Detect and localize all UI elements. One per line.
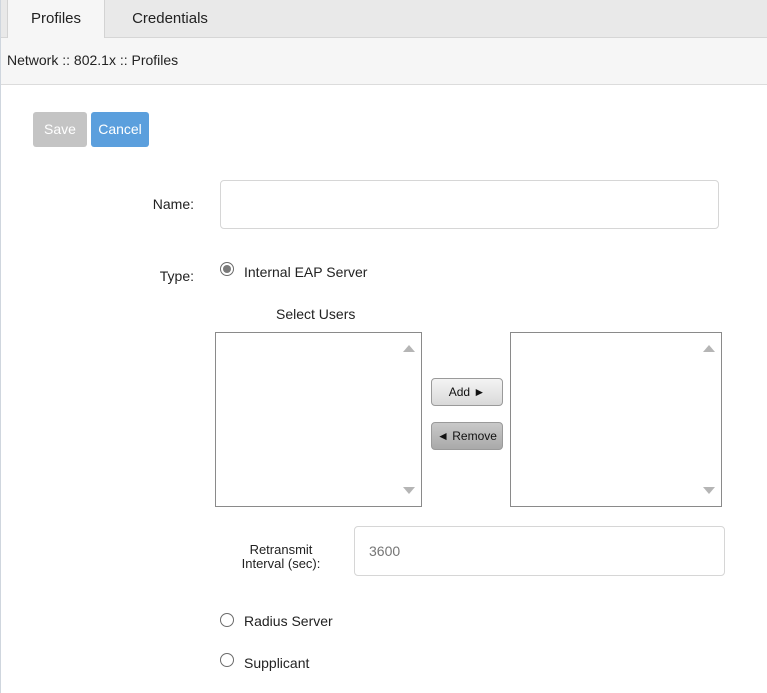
tab-credentials[interactable]: Credentials	[105, 0, 235, 38]
retransmit-label-line1: Retransmit	[249, 542, 313, 557]
type-label: Type:	[159, 268, 194, 284]
save-button[interactable]: Save	[33, 112, 87, 147]
retransmit-label-line2: Interval (sec):	[241, 556, 321, 571]
scroll-down-icon[interactable]	[703, 487, 715, 494]
radio-radius-server[interactable]	[220, 613, 234, 627]
tab-bar: Profiles Credentials	[1, 0, 767, 39]
radio-supplicant-label: Supplicant	[244, 655, 310, 671]
radio-internal-eap-server-label: Internal EAP Server	[244, 264, 368, 280]
available-users-list[interactable]	[215, 332, 422, 507]
retransmit-interval-input[interactable]	[354, 526, 725, 576]
add-button[interactable]: Add ►	[431, 378, 503, 406]
breadcrumb: Network :: 802.1x :: Profiles	[7, 52, 179, 68]
name-label: Name:	[152, 196, 194, 212]
remove-button[interactable]: ◄ Remove	[431, 422, 503, 450]
scroll-down-icon[interactable]	[403, 487, 415, 494]
scroll-up-icon[interactable]	[403, 345, 415, 352]
select-users-label: Select Users	[276, 306, 356, 322]
radio-radius-server-label: Radius Server	[244, 613, 333, 629]
selected-users-list[interactable]	[510, 332, 722, 507]
radio-internal-eap-server[interactable]	[220, 262, 234, 276]
page-frame: Profiles Credentials Network :: 802.1x :…	[0, 0, 767, 693]
scroll-up-icon[interactable]	[703, 345, 715, 352]
radio-supplicant[interactable]	[220, 653, 234, 667]
retransmit-label: Retransmit Interval (sec):	[221, 543, 341, 571]
name-input[interactable]	[220, 180, 719, 229]
breadcrumb-bar: Network :: 802.1x :: Profiles	[1, 38, 767, 85]
cancel-button[interactable]: Cancel	[91, 112, 149, 147]
tab-profiles[interactable]: Profiles	[7, 0, 105, 39]
